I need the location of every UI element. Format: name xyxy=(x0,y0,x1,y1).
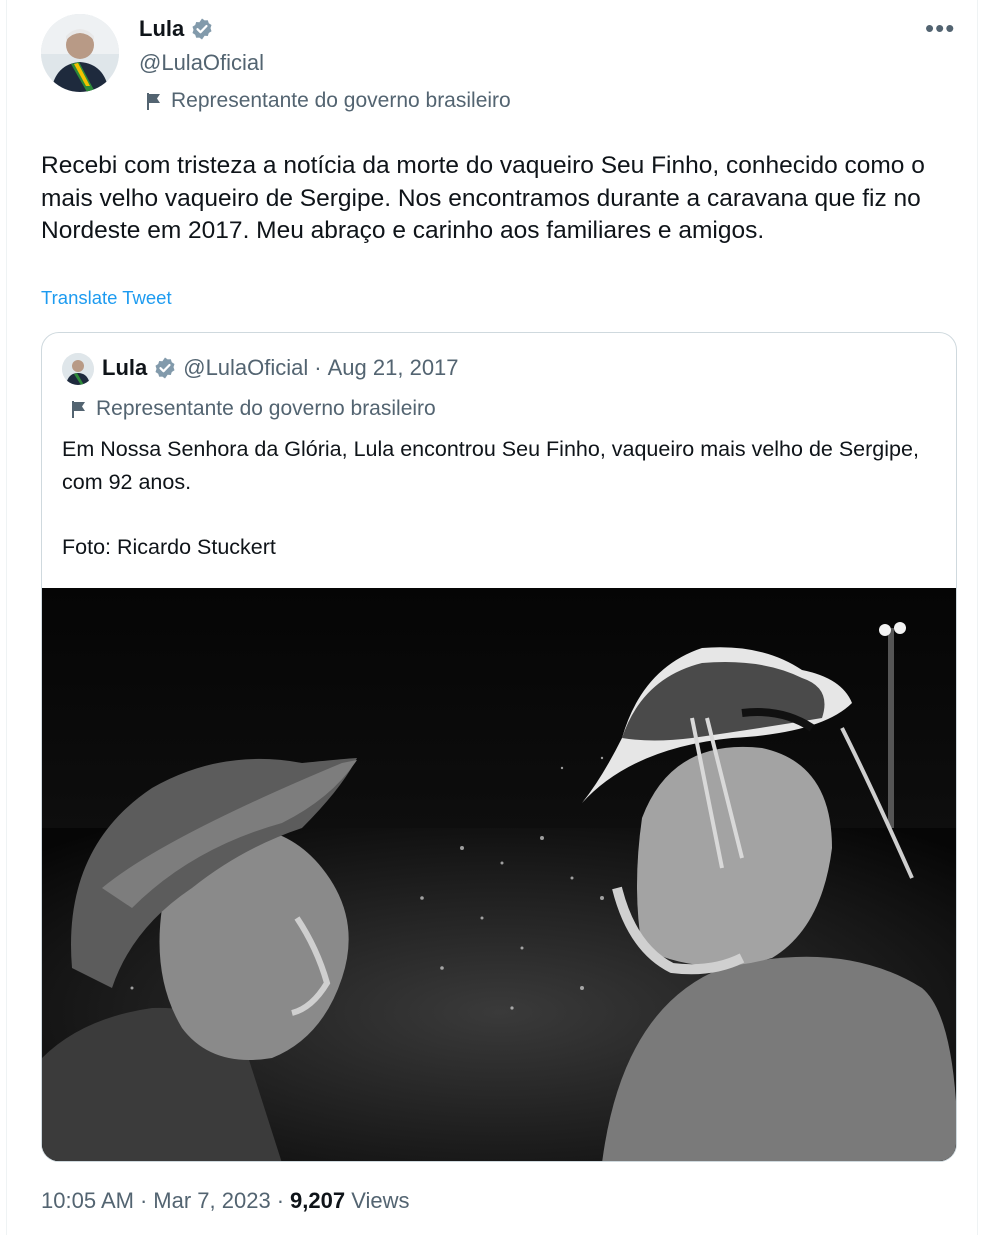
quoted-text-line: Foto: Ricardo Stuckert xyxy=(62,534,276,559)
quoted-gov-affiliation-label: Representante do governo brasileiro xyxy=(70,397,436,421)
quoted-author-name: Lula xyxy=(102,355,148,380)
tweet-text: Recebi com tristeza a notícia da morte d… xyxy=(41,152,925,244)
author-avatar[interactable] xyxy=(41,14,119,92)
quoted-text-line: Em Nossa Senhora da Glória, Lula encontr… xyxy=(62,437,919,494)
views-stat[interactable]: 9,207 Views xyxy=(290,1188,409,1214)
quoted-separator: · xyxy=(314,355,322,380)
quoted-tweet[interactable]: Lula @LulaOficial · Aug 21, 2017 Represe… xyxy=(41,332,957,1162)
quoted-tweet-photo[interactable] xyxy=(42,588,956,1161)
quoted-date: Aug 21, 2017 xyxy=(327,355,459,380)
views-count: 9,207 xyxy=(290,1188,346,1213)
tweet-date[interactable]: Mar 7, 2023 xyxy=(153,1188,270,1214)
quoted-author-handle: @LulaOficial xyxy=(183,355,309,380)
translate-tweet-link[interactable]: Translate Tweet xyxy=(41,287,172,309)
gov-affiliation-text: Representante do governo brasileiro xyxy=(171,89,511,112)
author-name[interactable]: Lula xyxy=(139,16,184,42)
verified-badge-icon xyxy=(155,357,175,379)
quoted-header: Lula @LulaOficial · Aug 21, 2017 xyxy=(102,355,459,381)
flag-icon xyxy=(72,401,85,418)
footer-separator: · xyxy=(276,1188,285,1213)
tweet-time[interactable]: 10:05 AM xyxy=(41,1188,134,1214)
gov-affiliation-label: Representante do governo brasileiro xyxy=(145,89,511,113)
author-name-row: Lula xyxy=(139,16,214,42)
tweet-footer: 10:05 AM · Mar 7, 2023 · 9,207 Views xyxy=(41,1188,410,1214)
views-label: Views xyxy=(351,1188,410,1213)
quoted-tweet-text: Em Nossa Senhora da Glória, Lula encontr… xyxy=(62,433,932,563)
author-handle[interactable]: @LulaOficial xyxy=(139,50,264,76)
quoted-gov-affiliation-text: Representante do governo brasileiro xyxy=(96,397,436,420)
quoted-author-avatar xyxy=(62,353,94,385)
verified-badge-icon xyxy=(192,18,212,40)
quoted-text-line xyxy=(62,498,932,531)
flag-icon xyxy=(147,93,160,110)
tweet-container: Lula @LulaOficial ••• Representante do g… xyxy=(6,0,978,1235)
more-options-icon[interactable]: ••• xyxy=(925,15,955,41)
footer-separator: · xyxy=(139,1188,148,1213)
